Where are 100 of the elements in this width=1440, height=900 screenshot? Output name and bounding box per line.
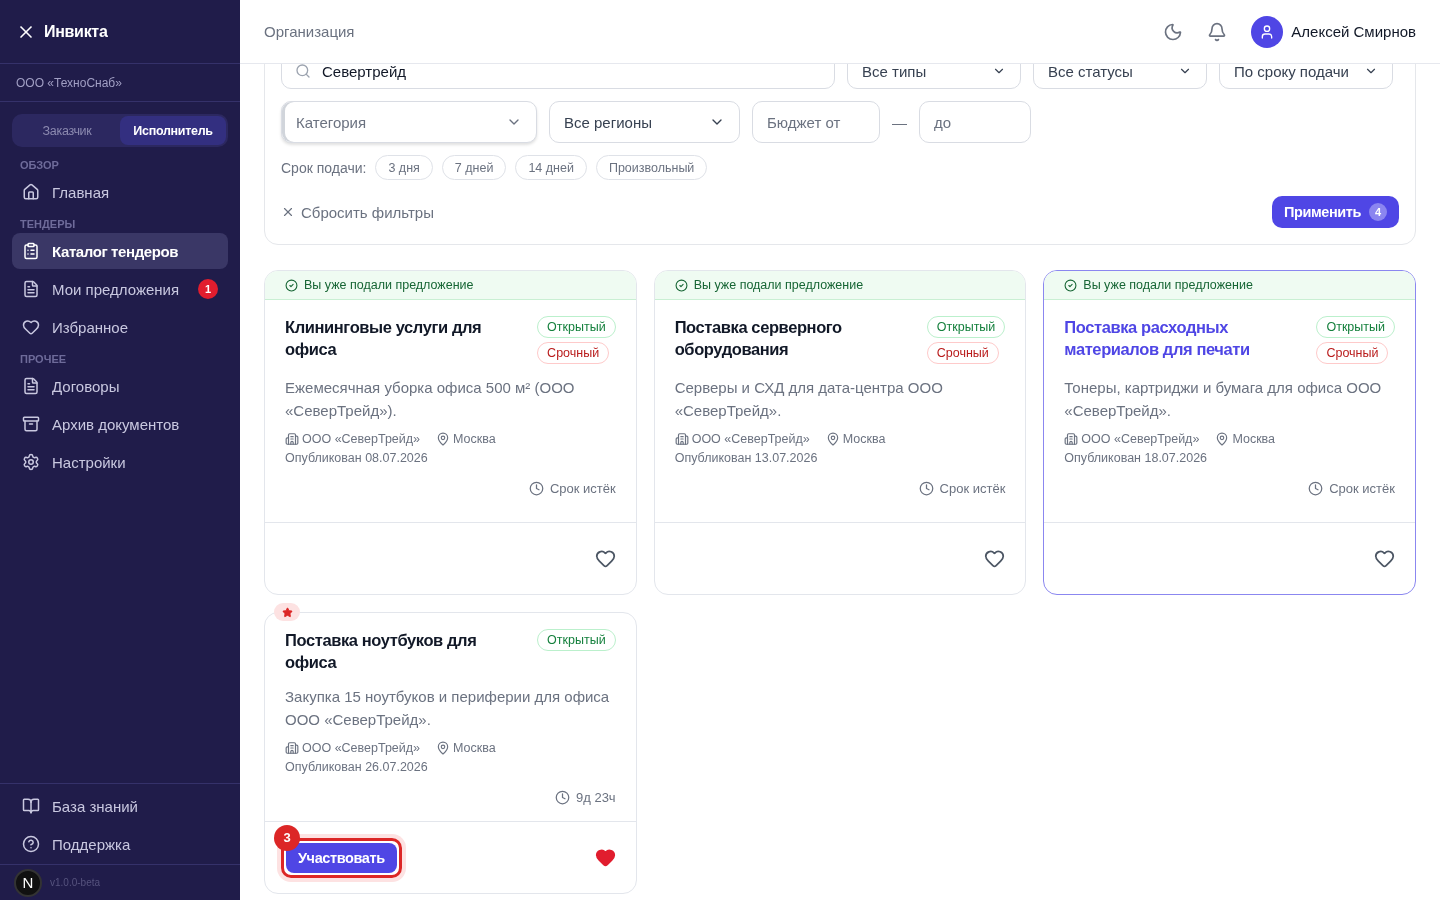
archive-box-icon <box>22 415 40 433</box>
favorite-button[interactable] <box>594 847 616 868</box>
filter-select[interactable]: По сроку подачи <box>1219 64 1393 89</box>
map-pin-icon <box>1215 432 1230 446</box>
clock-icon <box>555 790 570 805</box>
filter-select[interactable]: Все статусы <box>1033 64 1207 89</box>
heart-icon <box>594 548 616 569</box>
deadline-chip[interactable]: Произвольный <box>595 155 708 180</box>
nav-item[interactable]: Избранное <box>12 309 228 345</box>
tender-card[interactable]: Поставка ноутбуков для офиса Открытый Закупка 15 ноутбуков и периферии для офиса ООО «СеверТрейд». ООО «СеверТрейд» Москва Опубликован 26.07.2026 9д 23ч Участвовать 3 <box>264 612 637 894</box>
submitted-note: Вы уже подали предложение <box>304 278 474 292</box>
user-name: Алексей Смирнов <box>1291 23 1416 40</box>
city-name: Москва <box>842 432 886 446</box>
apply-button[interactable]: Применить 4 <box>1271 196 1399 228</box>
tender-title[interactable]: Поставка ноутбуков для офиса <box>285 629 528 673</box>
customer-name: ООО «СеверТрейд» <box>1081 432 1200 446</box>
city-name: Москва <box>453 741 496 755</box>
map-pin-icon <box>436 432 451 446</box>
tour-step-badge: 3 <box>274 824 300 851</box>
submitted-note: Вы уже подали предложение <box>1083 278 1253 292</box>
count-badge: 4 <box>1369 203 1387 221</box>
customer-name: ООО «СеверТрейд» <box>302 741 421 755</box>
document-icon <box>22 377 40 395</box>
map-pin-icon <box>825 432 840 446</box>
heart-icon <box>1374 548 1395 569</box>
building-icon <box>285 741 299 755</box>
tender-title[interactable]: Поставка расходных материалов для печати <box>1064 316 1307 364</box>
deadline-chip[interactable]: 14 дней <box>515 155 587 180</box>
building-icon <box>1064 432 1079 446</box>
submitted-note: Вы уже подали предложение <box>693 278 864 292</box>
customer-name: ООО «СеверТрейд» <box>302 432 421 446</box>
favorite-button[interactable] <box>1374 548 1395 569</box>
close-icon <box>281 205 295 219</box>
dev-badge[interactable]: N <box>14 868 42 897</box>
tender-card[interactable]: Вы уже подали предложение Поставка расходных материалов для печати Открытый Срочный Тонеры, картриджи и бумага для офиса ООО «СеверТрейд». ООО «СеверТрейд» Москва Опубликован 18.07.2026 Срок истёк <box>1043 270 1416 595</box>
nav-item[interactable]: Каталог тендеров <box>12 233 228 269</box>
tender-description: Ежемесячная уборка офиса 500 м² (ООО «СеверТрейд»). <box>285 378 576 421</box>
favorite-button[interactable] <box>984 548 1006 569</box>
deadline-text: Срок истёк <box>1329 481 1395 496</box>
building-icon <box>285 432 299 446</box>
published-date: Опубликован 18.07.2026 <box>1064 451 1209 465</box>
nav-item[interactable]: Главная <box>12 174 228 210</box>
heart-icon <box>984 548 1006 569</box>
deadline-text: Срок истёк <box>939 481 1006 496</box>
search-icon <box>295 64 311 79</box>
tender-card[interactable]: Вы уже подали предложение Клининговые услуги для офиса Открытый Срочный Ежемесячная уборка офиса 500 м² (ООО «СеверТрейд»). ООО «СеверТрейд» Москва Опубликован 08.07.2026 Срок истёк <box>264 270 637 595</box>
published-date: Опубликован 26.07.2026 <box>285 760 429 774</box>
notifications-button[interactable] <box>1207 21 1228 42</box>
tender-title[interactable]: Поставка серверного оборудования <box>674 316 917 364</box>
brand-name: Инвикта <box>44 22 108 41</box>
home-icon <box>22 183 40 201</box>
document-icon <box>22 280 40 298</box>
clock-icon <box>1308 481 1324 496</box>
tender-description: Закупка 15 ноутбуков и периферии для офиса ООО «СеверТрейд». <box>285 687 611 730</box>
deadline-chip[interactable]: 3 дня <box>375 155 433 180</box>
check-circle-icon <box>1064 278 1078 292</box>
deadline-label: Срок подачи: <box>281 159 367 176</box>
participate-button[interactable]: Участвовать <box>286 842 397 873</box>
role-tab[interactable]: Заказчик <box>14 116 120 145</box>
reset-filters-button[interactable]: Сбросить фильтры <box>281 203 434 221</box>
check-circle-icon <box>285 278 298 292</box>
filter-select[interactable]: Все типы <box>847 64 1021 89</box>
avatar[interactable] <box>1251 15 1284 48</box>
check-circle-icon <box>674 278 688 292</box>
budget-from-field[interactable]: Бюджет от <box>752 101 880 143</box>
help-icon <box>22 835 40 853</box>
section-title: ОБЗОР <box>19 158 60 173</box>
nav-item[interactable]: База знаний <box>12 788 228 824</box>
book-icon <box>22 797 40 815</box>
budget-to-field[interactable]: до <box>919 101 1031 143</box>
tender-description: Серверы и СХД для дата-центра ООО «СеверТрейд». <box>674 378 944 421</box>
count-badge: 1 <box>198 279 218 299</box>
nav-item[interactable]: Мои предложения 1 <box>12 271 228 307</box>
nav-item[interactable]: Поддержка <box>12 826 228 862</box>
deadline-chip[interactable]: 7 дней <box>441 155 507 180</box>
clipboard-icon <box>22 242 40 260</box>
section-title: ТЕНДЕРЫ <box>19 217 77 232</box>
customer-name: ООО «СеверТрейд» <box>691 432 810 446</box>
moon-icon <box>1163 21 1184 42</box>
page-title: Организация <box>264 23 356 40</box>
clock-icon <box>528 481 544 496</box>
nav-item[interactable]: Договоры <box>12 368 228 404</box>
tender-card[interactable]: Вы уже подали предложение Поставка серверного оборудования Открытый Срочный Серверы и СХД для дата-центра ООО «СеверТрейд». ООО «СеверТрейд» Москва Опубликован 13.07.2026 Срок истёк <box>653 270 1027 595</box>
tender-title[interactable]: Клининговые услуги для офиса <box>285 316 528 364</box>
favorite-button[interactable] <box>594 548 616 569</box>
published-date: Опубликован 08.07.2026 <box>285 451 429 465</box>
published-date: Опубликован 13.07.2026 <box>674 451 819 465</box>
theme-button[interactable] <box>1163 21 1184 42</box>
clock-icon <box>918 481 934 496</box>
category-select[interactable]: Категория <box>281 101 537 143</box>
organization-name: ООО «ТехноСнаб» <box>16 75 122 90</box>
region-select[interactable]: Все регионы <box>549 101 740 143</box>
role-tab[interactable]: Исполнитель <box>120 116 226 145</box>
city-name: Москва <box>453 432 496 446</box>
nav-item[interactable]: Настройки <box>12 444 228 480</box>
map-pin-icon <box>436 741 451 755</box>
nav-item[interactable]: Архив документов <box>12 406 228 442</box>
deadline-text: 9д 23ч <box>576 790 616 805</box>
deadline-text: Срок истёк <box>549 481 616 496</box>
search-field[interactable]: Севертрейд <box>281 64 835 89</box>
